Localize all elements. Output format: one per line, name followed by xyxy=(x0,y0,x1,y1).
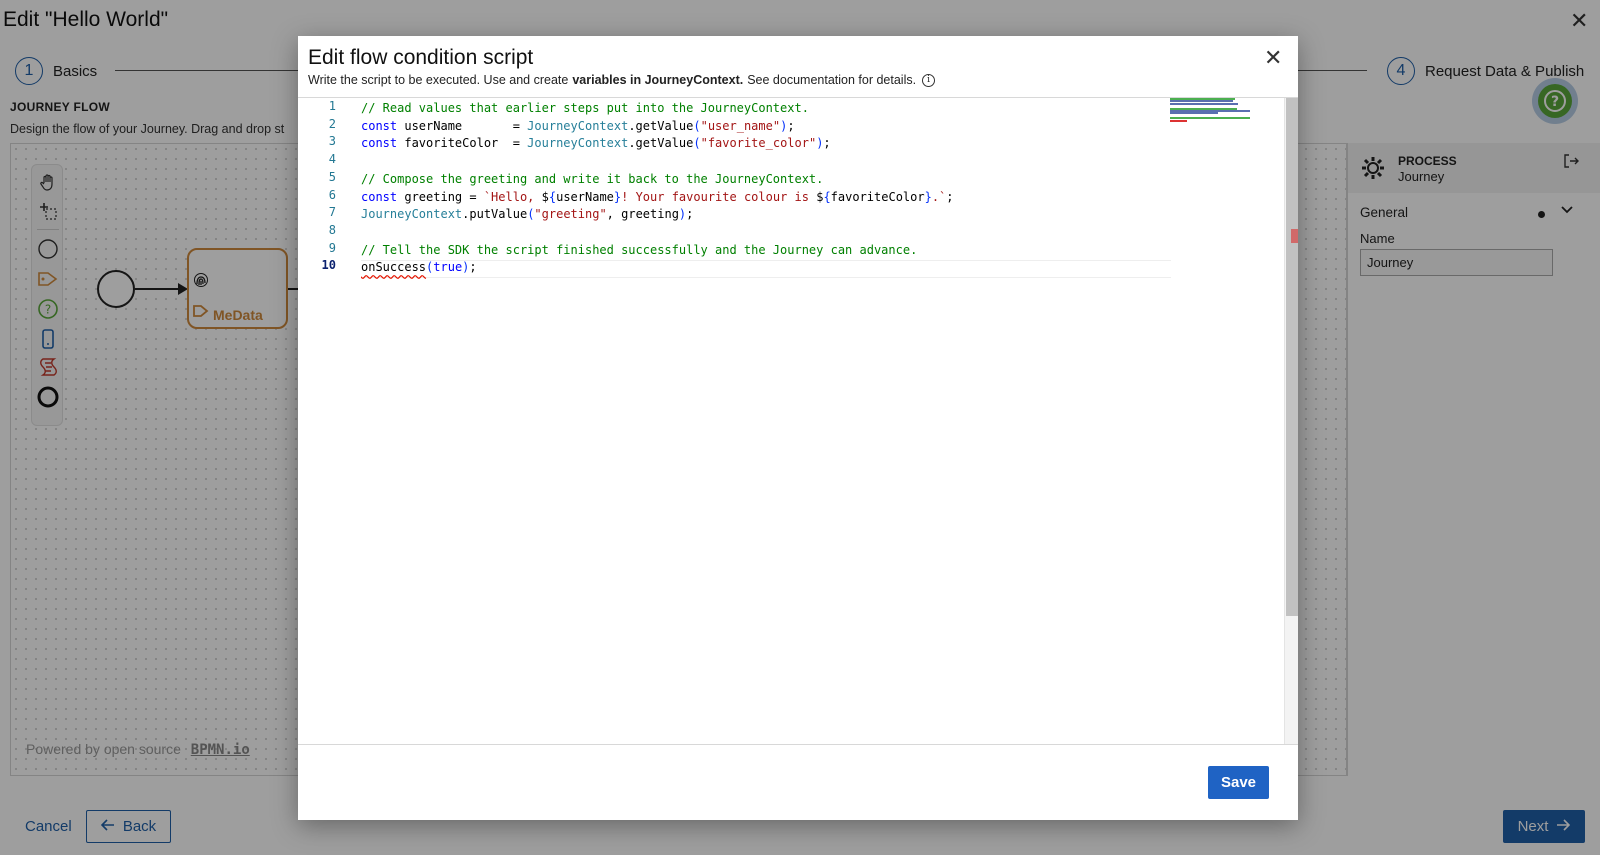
info-icon[interactable]: i xyxy=(922,73,936,87)
current-line-highlight xyxy=(361,260,1171,278)
line-number: 10 xyxy=(321,258,336,273)
line-number: 2 xyxy=(328,116,336,131)
dialog-title: Edit flow condition script xyxy=(308,46,534,69)
line-number: 7 xyxy=(328,205,336,220)
scrollbar-thumb[interactable] xyxy=(1286,98,1298,616)
close-icon[interactable]: ✕ xyxy=(1264,46,1282,70)
code-line[interactable]: // Compose the greeting and write it bac… xyxy=(361,170,823,188)
minimap-line xyxy=(1170,102,1239,105)
line-number: 9 xyxy=(328,240,336,255)
code-line[interactable]: // Tell the SDK the script finished succ… xyxy=(361,241,917,259)
code-line[interactable]: JourneyContext.putValue("greeting", gree… xyxy=(361,205,693,223)
editor-minimap[interactable] xyxy=(1170,98,1282,128)
editor-scrollbar[interactable] xyxy=(1284,98,1298,744)
line-number: 8 xyxy=(328,222,336,237)
code-line[interactable]: // Read values that earlier steps put in… xyxy=(361,99,809,117)
line-number-gutter: 1 2 3 4 5 6 7 8 9 10 xyxy=(298,98,354,744)
subtitle-doc-text: See documentation for details. xyxy=(747,73,917,87)
line-number: 5 xyxy=(328,169,336,184)
edit-script-dialog: Edit flow condition script Write the scr… xyxy=(298,36,1298,820)
line-number: 3 xyxy=(328,134,336,149)
code-editor[interactable]: 1 2 3 4 5 6 7 8 9 10 // Read values that earlier … xyxy=(298,97,1298,745)
minimap-line xyxy=(1170,112,1219,115)
line-number: 6 xyxy=(328,187,336,202)
line-number: 1 xyxy=(328,99,336,113)
scrollbar-error-marker xyxy=(1291,229,1298,243)
dialog-subtitle: Write the script to be executed. Use and… xyxy=(308,73,936,87)
minimap-line xyxy=(1170,119,1187,122)
code-line[interactable]: const userName = JourneyContext.getValue… xyxy=(361,117,795,135)
subtitle-text: Write the script to be executed. Use and… xyxy=(308,73,569,87)
code-line[interactable]: const greeting = `Hello, ${userName}! Yo… xyxy=(361,188,954,206)
code-line[interactable]: onSuccess(true); xyxy=(361,258,477,276)
subtitle-bold: variables in JourneyContext. xyxy=(572,73,744,87)
save-button[interactable]: Save xyxy=(1208,766,1269,799)
code-line[interactable]: const favoriteColor = JourneyContext.get… xyxy=(361,134,831,152)
line-number: 4 xyxy=(328,152,336,167)
